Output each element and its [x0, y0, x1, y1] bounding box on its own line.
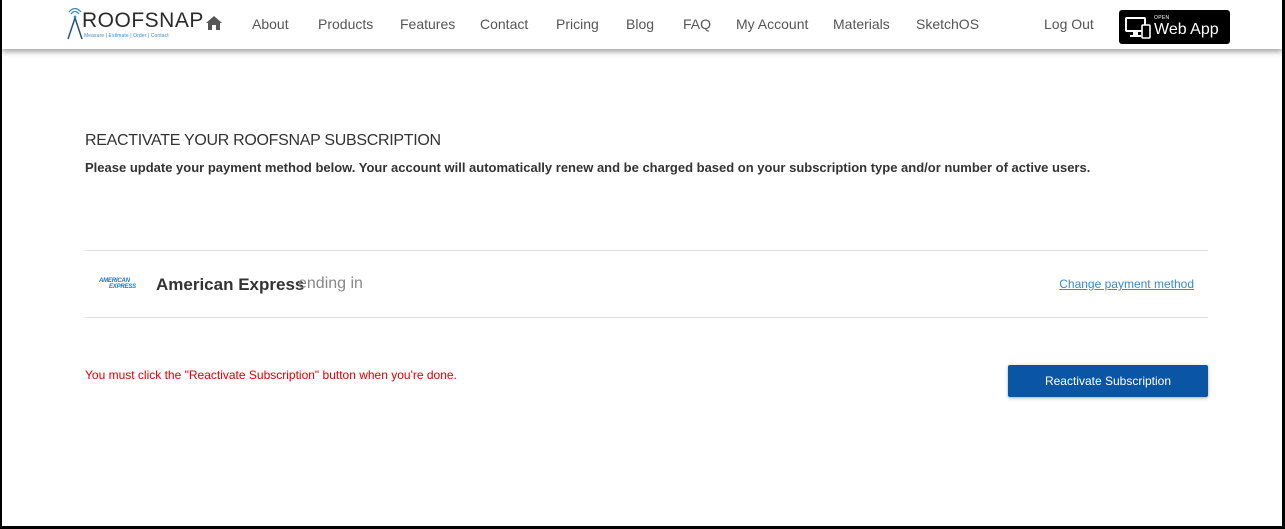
card-brand-name: American Express [156, 275, 305, 294]
nav-blog[interactable]: Blog [626, 16, 654, 32]
reactivate-warning: You must click the "Reactivate Subscript… [85, 368, 457, 382]
reactivate-subscription-button[interactable]: Reactivate Subscription [1008, 365, 1208, 397]
web-app-label: Web App [1154, 21, 1219, 38]
logout-link[interactable]: Log Out [1044, 16, 1094, 32]
nav-sketchos[interactable]: SketchOS [916, 16, 979, 32]
browser-viewport: ROOFSNAP Measure | Estimate | Order | Co… [2, 0, 1282, 526]
logo-wordmark: ROOFSNAP [82, 9, 204, 32]
nav-my-account[interactable]: My Account [736, 16, 808, 32]
nav-contact[interactable]: Contact [480, 16, 528, 32]
page-description: Please update your payment method below.… [85, 160, 1091, 175]
nav-materials[interactable]: Materials [833, 16, 890, 32]
nav-pricing[interactable]: Pricing [556, 16, 599, 32]
nav-features[interactable]: Features [400, 16, 455, 32]
logo-tagline: Measure | Estimate | Order | Contact [84, 33, 169, 39]
site-header: ROOFSNAP Measure | Estimate | Order | Co… [2, 0, 1282, 49]
open-web-app-button[interactable]: OPEN Web App [1119, 10, 1230, 44]
amex-card-icon: AMERICAN EXPRESS [99, 278, 145, 292]
card-ending-label: ending in [298, 275, 363, 292]
page-title: REACTIVATE YOUR ROOFSNAP SUBSCRIPTION [85, 132, 441, 149]
nav-about[interactable]: About [252, 16, 289, 32]
home-icon[interactable] [205, 15, 223, 31]
roofsnap-logo[interactable]: ROOFSNAP Measure | Estimate | Order | Co… [64, 6, 203, 42]
amex-logo-line2: EXPRESS [109, 284, 136, 290]
payment-method-row: AMERICAN EXPRESS American Express ending… [85, 250, 1208, 318]
nav-faq[interactable]: FAQ [683, 16, 711, 32]
change-payment-method-link[interactable]: Change payment method [1059, 277, 1194, 291]
monitor-icon [1125, 17, 1151, 39]
nav-products[interactable]: Products [318, 16, 373, 32]
